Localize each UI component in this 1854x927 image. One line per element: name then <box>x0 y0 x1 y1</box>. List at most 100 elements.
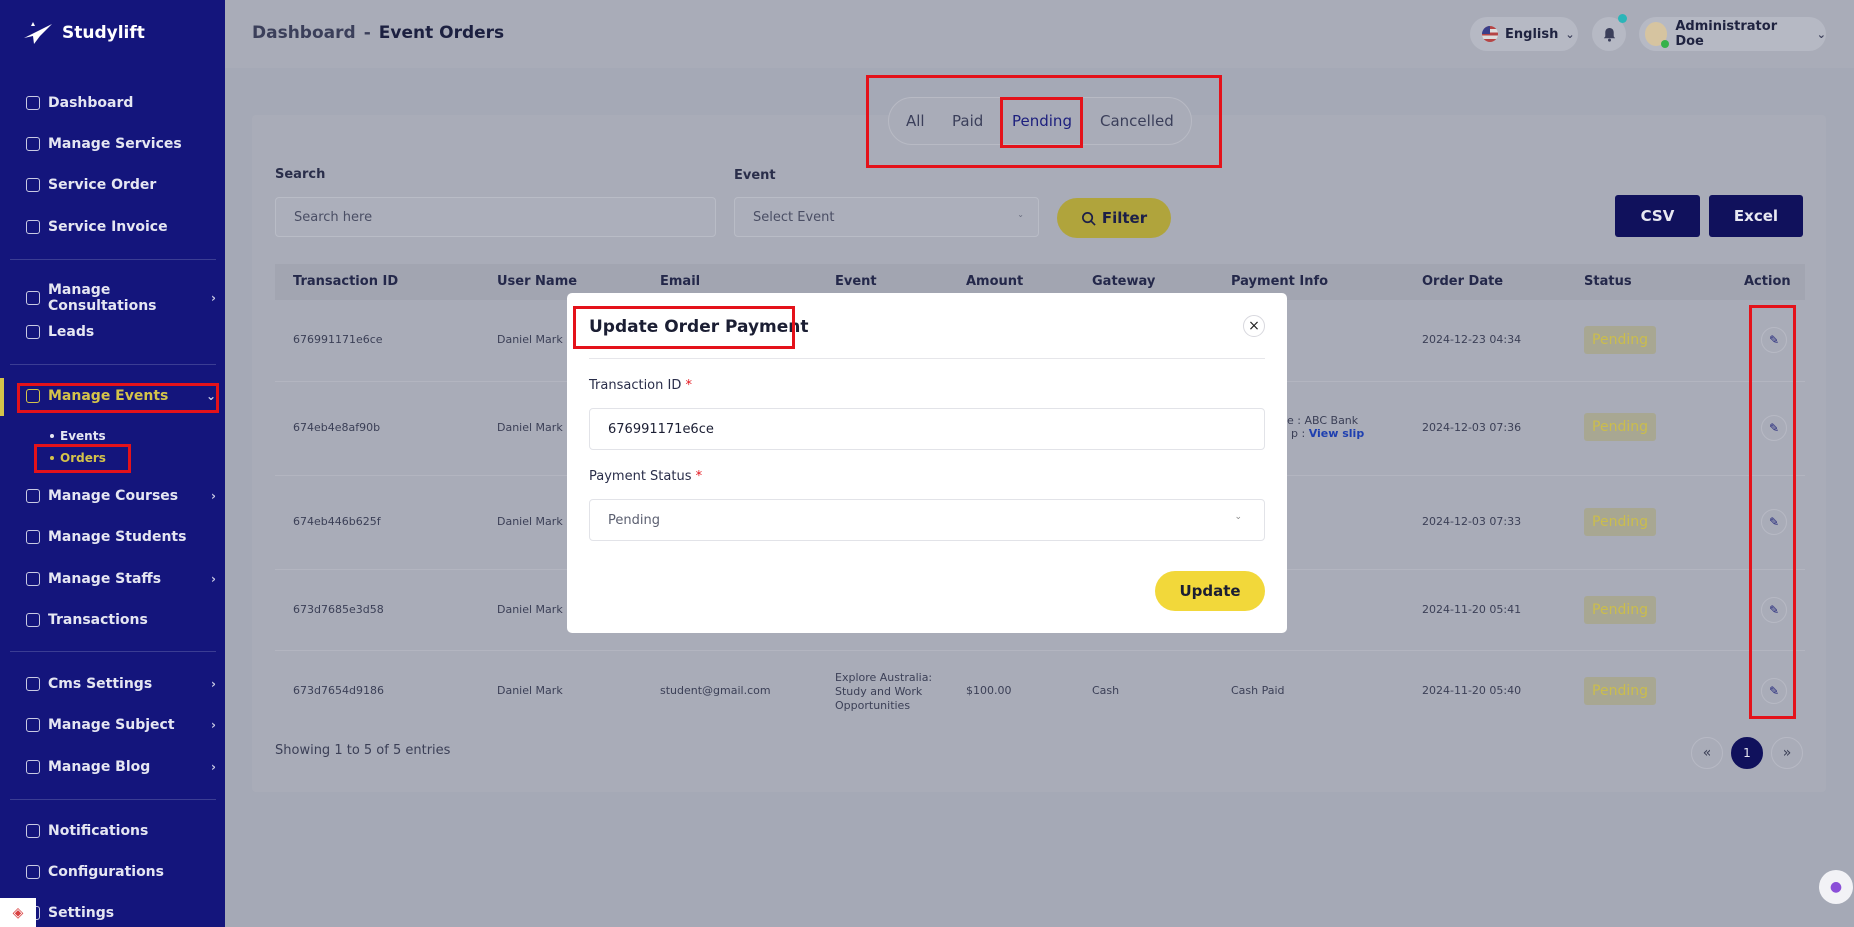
sidebar-item-manage-services[interactable]: Manage Services <box>26 136 216 152</box>
pagination-prev[interactable]: « <box>1691 737 1723 769</box>
subject-icon <box>26 718 40 732</box>
status-badge: Pending <box>1584 508 1656 536</box>
tab-cancelled[interactable]: Cancelled <box>1100 112 1174 130</box>
user-name: Administrator Doe <box>1675 19 1778 49</box>
transaction-id: 673d7654d9186 <box>293 684 384 697</box>
us-flag-icon <box>1482 26 1498 42</box>
status-badge: Pending <box>1584 677 1656 705</box>
edit-icon[interactable]: ✎ <box>1761 597 1787 623</box>
user-name: Daniel Mark <box>497 684 563 697</box>
bell-icon <box>1603 27 1615 42</box>
breadcrumb-root[interactable]: Dashboard <box>252 23 356 43</box>
transaction-id: 674eb4e8af90b <box>293 421 381 434</box>
view-slip-link[interactable]: View slip <box>1309 427 1365 440</box>
sidebar-item-manage-students[interactable]: Manage Students <box>26 529 216 545</box>
edit-icon[interactable]: ✎ <box>1761 678 1787 704</box>
payment-info: Cash Paid <box>1231 684 1285 697</box>
user-name: Daniel Mark <box>497 333 563 346</box>
tab-pending[interactable]: Pending <box>1012 112 1072 130</box>
courses-icon <box>26 489 40 503</box>
sidebar-item-notifications[interactable]: Notifications <box>26 823 216 839</box>
close-icon[interactable]: × <box>1243 315 1265 337</box>
chevron-right-icon: › <box>211 718 216 732</box>
excel-button[interactable]: Excel <box>1709 195 1803 237</box>
status-badge: Pending <box>1584 596 1656 624</box>
update-button[interactable]: Update <box>1155 571 1265 611</box>
transaction-id-label: Transaction ID * <box>589 378 692 393</box>
sidebar-divider <box>10 364 216 365</box>
edit-icon[interactable]: ✎ <box>1761 327 1787 353</box>
sidebar-item-cms-settings[interactable]: Cms Settings › <box>26 676 216 692</box>
entries-info: Showing 1 to 5 of 5 entries <box>275 743 451 758</box>
sidebar-item-settings[interactable]: Settings <box>26 905 216 921</box>
sidebar-item-manage-events[interactable]: Manage Events ⌄ <box>26 388 216 404</box>
list-icon <box>26 178 40 192</box>
chevron-right-icon: › <box>211 291 216 305</box>
staffs-icon <box>26 572 40 586</box>
sidebar-item-manage-staffs[interactable]: Manage Staffs › <box>26 571 216 587</box>
services-icon <box>26 137 40 151</box>
email: student@gmail.com <box>660 684 771 697</box>
sidebar-subitem-orders[interactable]: Orders <box>50 451 106 465</box>
students-icon <box>26 530 40 544</box>
chevron-down-icon: ⌄ <box>1017 210 1024 219</box>
sidebar-subitem-events[interactable]: Events <box>50 429 106 443</box>
user-menu[interactable]: Administrator Doe ⌄ <box>1639 17 1826 51</box>
sidebar-item-transactions[interactable]: Transactions <box>26 612 216 628</box>
status-badge: Pending <box>1584 326 1656 354</box>
chevron-down-icon: ⌄ <box>1234 512 1242 522</box>
pagination-next[interactable]: » <box>1771 737 1803 769</box>
column-header: Amount <box>966 274 1024 289</box>
order-date: 2024-11-20 05:41 <box>1422 603 1522 616</box>
modal-title: Update Order Payment <box>589 317 809 337</box>
sidebar-item-configurations[interactable]: Configurations <box>26 864 216 880</box>
active-indicator <box>0 378 4 416</box>
sidebar-item-leads[interactable]: Leads <box>26 324 216 340</box>
sidebar: Studylift Dashboard Manage Services Serv… <box>0 0 225 927</box>
brand[interactable]: Studylift <box>22 20 145 46</box>
payment-info-slip: p : View slip <box>1291 427 1365 440</box>
order-date: 2024-12-03 07:36 <box>1422 421 1522 434</box>
search-label: Search <box>275 167 326 182</box>
csv-button[interactable]: CSV <box>1615 195 1700 237</box>
edit-icon[interactable]: ✎ <box>1761 509 1787 535</box>
payment-info-bank: e : ABC Bank <box>1287 414 1359 427</box>
modal-divider <box>589 358 1265 359</box>
payment-status-label: Payment Status * <box>589 469 703 484</box>
transaction-id-input[interactable]: 676991171e6ce <box>589 408 1265 450</box>
language-selector[interactable]: English ⌄ <box>1470 17 1578 51</box>
tab-all[interactable]: All <box>906 112 925 130</box>
status-badge: Pending <box>1584 413 1656 441</box>
chevron-right-icon: › <box>211 489 216 503</box>
laravel-icon: ◈ <box>0 898 36 927</box>
user-name: Daniel Mark <box>497 603 563 616</box>
transaction-id: 676991171e6ce <box>293 333 383 346</box>
edit-icon[interactable]: ✎ <box>1761 415 1787 441</box>
grid-icon <box>26 96 40 110</box>
row-divider <box>275 650 1805 651</box>
chevron-down-icon: ⌄ <box>1816 27 1826 41</box>
sidebar-item-manage-consultations[interactable]: Manage Consultations › <box>26 282 216 314</box>
sidebar-item-manage-courses[interactable]: Manage Courses › <box>26 488 216 504</box>
gateway: Cash <box>1092 684 1120 697</box>
sidebar-item-service-invoice[interactable]: Service Invoice <box>26 219 216 235</box>
transaction-id: 674eb446b625f <box>293 515 381 528</box>
leads-icon <box>26 325 40 339</box>
filter-button[interactable]: Filter <box>1057 198 1171 238</box>
assistant-icon[interactable]: ● <box>1819 870 1853 904</box>
pagination-page[interactable]: 1 <box>1731 737 1763 769</box>
search-input[interactable]: Search here <box>275 197 716 237</box>
sidebar-item-manage-subject[interactable]: Manage Subject › <box>26 717 216 733</box>
column-header: Gateway <box>1092 274 1156 289</box>
sidebar-item-dashboard[interactable]: Dashboard <box>26 95 216 111</box>
breadcrumb: Dashboard - Event Orders <box>252 23 504 43</box>
sidebar-item-manage-blog[interactable]: Manage Blog › <box>26 759 216 775</box>
event-select-value: Select Event <box>753 210 835 225</box>
payment-status-select[interactable]: Pending ⌄ <box>589 499 1265 541</box>
bell-icon <box>26 824 40 838</box>
sidebar-divider <box>10 799 216 800</box>
sidebar-item-service-order[interactable]: Service Order <box>26 177 216 193</box>
tab-paid[interactable]: Paid <box>952 112 983 130</box>
column-header: User Name <box>497 274 578 289</box>
event-select[interactable]: Select Event ⌄ <box>734 197 1039 237</box>
